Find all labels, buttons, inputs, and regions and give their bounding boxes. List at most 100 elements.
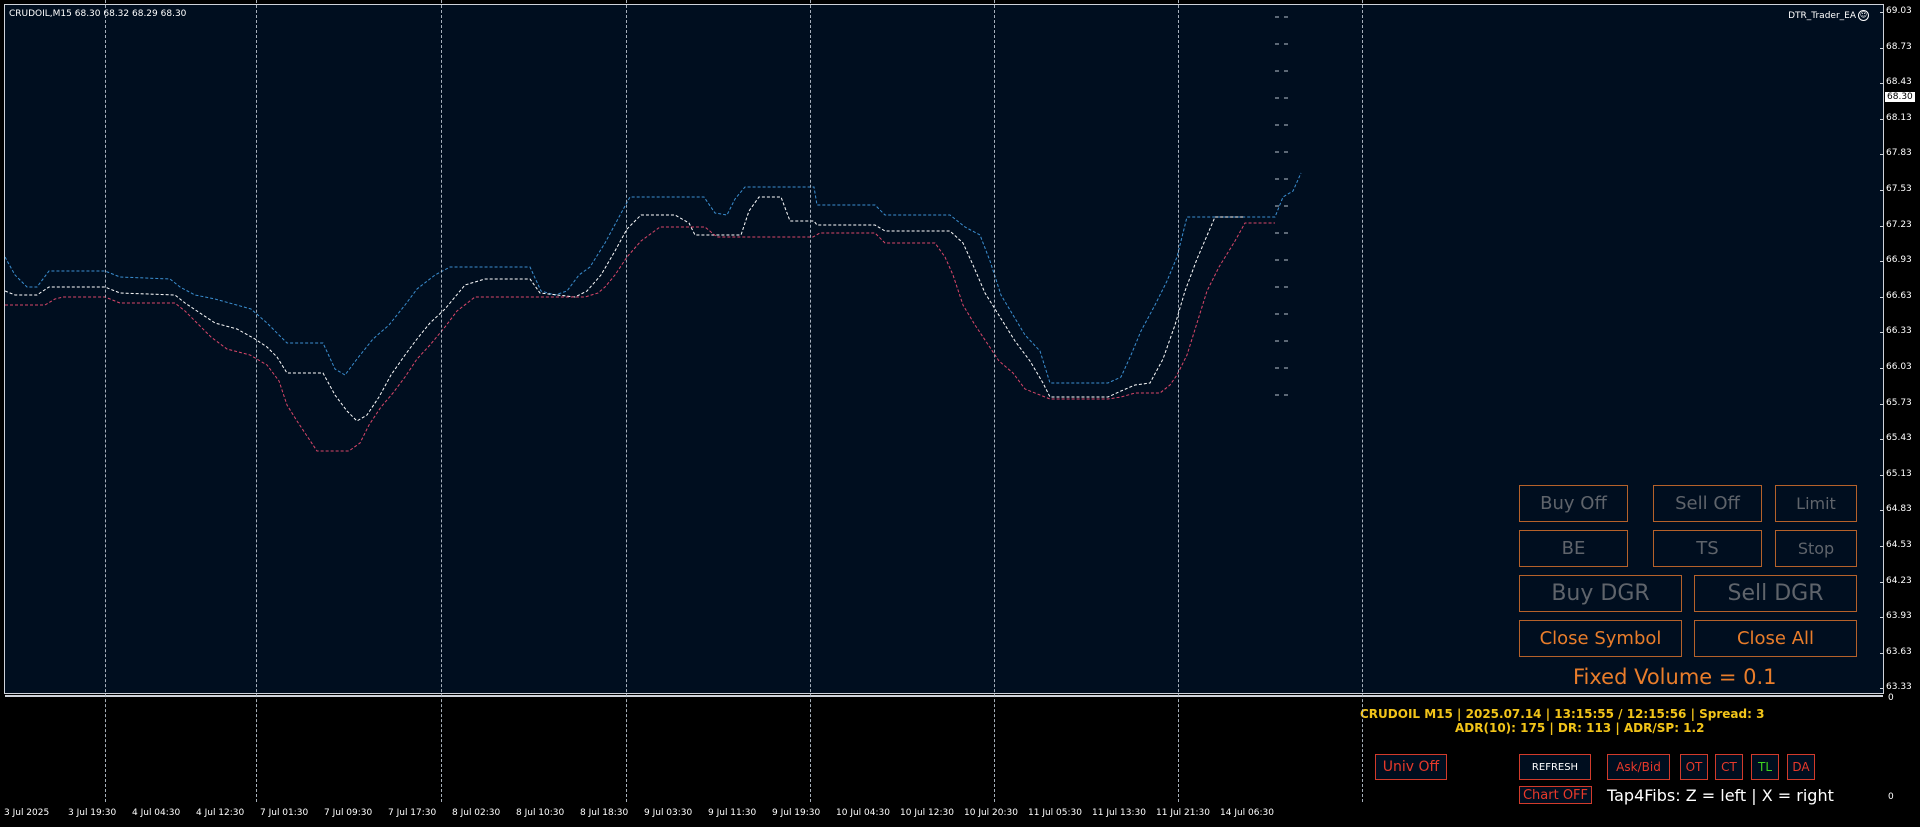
- grid-line: [441, 0, 442, 802]
- refresh-button[interactable]: REFRESH: [1519, 754, 1591, 780]
- price-tick-mark: [1880, 581, 1884, 583]
- time-tick: 8 Jul 02:30: [452, 808, 501, 818]
- chart-window[interactable]: CRUDOIL,M15 68.30 68.32 68.29 68.30 DTR_…: [4, 4, 1884, 804]
- info-line-1: CRUDOIL M15 | 2025.07.14 | 13:15:55 / 12…: [1360, 707, 1765, 721]
- price-tick: 65.13: [1886, 468, 1912, 479]
- price-tick-mark: [1880, 47, 1884, 49]
- ot-button[interactable]: OT: [1680, 754, 1708, 780]
- grid-line: [626, 0, 627, 802]
- time-tick: 11 Jul 21:30: [1156, 808, 1210, 818]
- time-tick: 11 Jul 13:30: [1092, 808, 1146, 818]
- sub-scale-bottom: 0: [1888, 792, 1894, 802]
- grid-line: [1178, 0, 1179, 802]
- time-tick: 9 Jul 19:30: [772, 808, 821, 818]
- price-tick: 67.53: [1886, 184, 1912, 194]
- lower-band-line: [5, 222, 1275, 452]
- time-axis[interactable]: 3 Jul 2025 3 Jul 19:30 4 Jul 04:30 4 Jul 12…: [0, 806, 1884, 827]
- time-tick: 10 Jul 04:30: [836, 808, 890, 818]
- time-tick: 3 Jul 19:30: [68, 808, 117, 818]
- grid-line: [256, 0, 257, 802]
- price-tick: 69.03: [1886, 6, 1912, 16]
- time-tick: 3 Jul 2025: [4, 808, 50, 818]
- middle-band-line: [5, 196, 1245, 422]
- price-tick: 63.63: [1886, 646, 1912, 657]
- fixed-volume-label: Fixed Volume = 0.1: [1573, 665, 1777, 689]
- price-tick-mark: [1880, 439, 1884, 441]
- close-all-button[interactable]: Close All: [1694, 620, 1857, 657]
- price-axis[interactable]: 69.03 68.73 68.43 68.13 67.83 67.53 67.23 66.93…: [1880, 0, 1920, 827]
- stop-button[interactable]: Stop: [1775, 530, 1857, 567]
- be-button[interactable]: BE: [1519, 530, 1628, 567]
- sell-off-button[interactable]: Sell Off: [1653, 485, 1762, 522]
- grid-line: [1362, 0, 1363, 802]
- current-price-tag: 68.30: [1885, 92, 1915, 102]
- price-tick-mark: [1880, 225, 1884, 227]
- buy-dgr-button[interactable]: Buy DGR: [1519, 575, 1682, 612]
- price-tick-mark: [1880, 403, 1884, 405]
- time-tick: 4 Jul 04:30: [132, 808, 181, 818]
- time-tick: 7 Jul 17:30: [388, 808, 437, 818]
- ask-bid-button[interactable]: Ask/Bid: [1607, 754, 1670, 780]
- price-tick: 66.33: [1886, 326, 1912, 337]
- price-tick-mark: [1880, 332, 1884, 334]
- time-tick: 4 Jul 12:30: [196, 808, 245, 818]
- tap4fibs-hint: Tap4Fibs: Z = left | X = right: [1607, 786, 1834, 805]
- smiley-icon: ☺: [1858, 10, 1869, 21]
- price-tick: 65.73: [1886, 397, 1912, 408]
- price-tick-mark: [1880, 510, 1884, 512]
- sell-dgr-button[interactable]: Sell DGR: [1694, 575, 1857, 612]
- buy-off-button[interactable]: Buy Off: [1519, 485, 1628, 522]
- ct-button[interactable]: CT: [1715, 754, 1743, 780]
- time-tick: 10 Jul 20:30: [964, 808, 1018, 818]
- time-tick: 7 Jul 01:30: [260, 808, 309, 818]
- da-button[interactable]: DA: [1787, 754, 1815, 780]
- limit-button[interactable]: Limit: [1775, 485, 1857, 522]
- grid-line: [810, 0, 811, 802]
- price-tick: 64.83: [1886, 504, 1912, 515]
- price-tick-mark: [1880, 688, 1884, 690]
- time-tick: 9 Jul 11:30: [708, 808, 757, 818]
- price-tick-mark: [1880, 83, 1884, 85]
- price-tick-mark: [1880, 118, 1884, 120]
- ts-button[interactable]: TS: [1653, 530, 1762, 567]
- price-tick-mark: [1880, 546, 1884, 547]
- price-tick: 67.83: [1886, 148, 1912, 159]
- tl-button[interactable]: TL: [1751, 754, 1779, 780]
- chart-off-button[interactable]: Chart OFF: [1519, 786, 1592, 804]
- grid-line: [105, 0, 106, 802]
- close-symbol-button[interactable]: Close Symbol: [1519, 620, 1682, 657]
- price-tick: 68.43: [1886, 77, 1912, 88]
- price-tick: 66.63: [1886, 290, 1912, 301]
- price-tick: 66.93: [1886, 255, 1912, 266]
- time-tick: 7 Jul 09:30: [324, 808, 373, 818]
- univ-off-button[interactable]: Univ Off: [1375, 754, 1447, 780]
- price-tick: 68.73: [1886, 41, 1912, 52]
- price-tick: 66.03: [1886, 362, 1912, 372]
- price-tick-mark: [1880, 261, 1884, 263]
- price-tick: 65.43: [1886, 433, 1912, 444]
- sub-scale-top: 0: [1888, 693, 1894, 703]
- ea-label: DTR_Trader_EA ☺: [1788, 10, 1869, 21]
- upper-band-line: [5, 172, 1302, 384]
- price-tick: 68.13: [1886, 112, 1912, 123]
- price-tick-mark: [1880, 617, 1884, 619]
- ea-name: DTR_Trader_EA: [1788, 11, 1856, 21]
- info-line-2: ADR(10): 175 | DR: 113 | ADR/SP: 1.2: [1455, 721, 1705, 735]
- price-tick: 67.23: [1886, 219, 1912, 230]
- time-tick: 8 Jul 18:30: [580, 808, 629, 818]
- price-tick: 64.53: [1886, 540, 1912, 550]
- time-tick: 9 Jul 03:30: [644, 808, 693, 818]
- sub-indicator-panel[interactable]: CRUDOIL M15 | 2025.07.14 | 13:15:55 / 12…: [5, 695, 1883, 815]
- price-tick-mark: [1880, 474, 1884, 476]
- price-tick-mark: [1880, 296, 1884, 298]
- symbol-info: CRUDOIL,M15 68.30 68.32 68.29 68.30: [9, 9, 187, 19]
- time-tick: 8 Jul 10:30: [516, 808, 565, 818]
- time-tick: 11 Jul 05:30: [1028, 808, 1082, 818]
- price-tick-mark: [1880, 190, 1884, 191]
- time-tick: 14 Jul 06:30: [1220, 808, 1274, 818]
- main-price-panel[interactable]: CRUDOIL,M15 68.30 68.32 68.29 68.30 DTR_…: [5, 5, 1883, 691]
- price-tick: 63.93: [1886, 611, 1912, 622]
- price-tick-mark: [1880, 652, 1884, 654]
- price-tick-mark: [1880, 368, 1884, 369]
- price-tick-mark: [1880, 154, 1884, 156]
